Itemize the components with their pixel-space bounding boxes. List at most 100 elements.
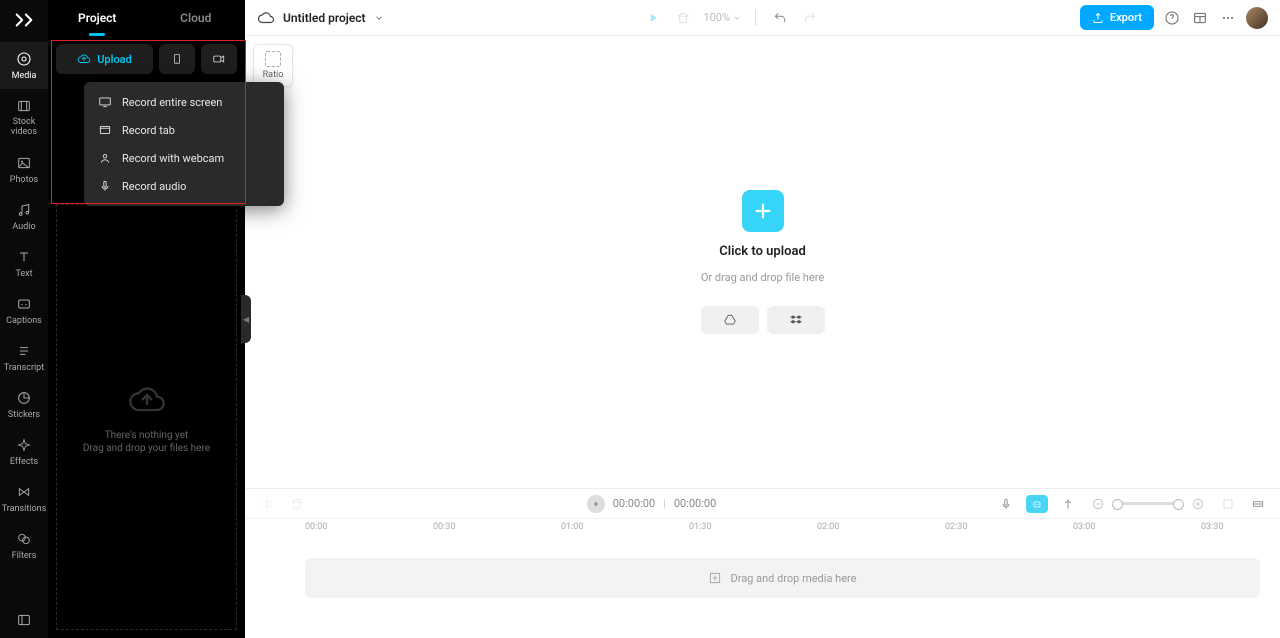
timeline-zoom-slider[interactable] <box>1118 502 1178 505</box>
canvas-dropzone[interactable]: Click to upload Or drag and drop file he… <box>245 36 1280 488</box>
rail-photos-label: Photos <box>10 175 38 185</box>
upload-row: Upload <box>48 36 245 74</box>
undo-button[interactable] <box>770 8 790 28</box>
ruler-tick: 02:00 <box>817 522 839 532</box>
track-area: Drag and drop media here <box>245 538 1280 638</box>
rail-transitions-label: Transitions <box>2 504 47 514</box>
zoom-value: 100% <box>703 11 730 24</box>
phone-icon <box>171 51 183 67</box>
dd-record-tab-label: Record tab <box>122 124 175 137</box>
play-preview-button[interactable] <box>643 8 663 28</box>
add-media-button[interactable] <box>742 190 784 232</box>
dd-record-webcam[interactable]: Record with webcam <box>84 144 284 172</box>
marker-button[interactable] <box>1058 494 1078 514</box>
transition-icon <box>15 483 33 501</box>
chevron-down-icon <box>733 14 741 22</box>
music-icon <box>15 201 33 219</box>
fit-button[interactable] <box>1218 494 1238 514</box>
ratio-label: Ratio <box>263 70 284 80</box>
discard-button[interactable] <box>673 8 693 28</box>
monitor-icon <box>98 95 112 109</box>
project-name-group[interactable]: Untitled project <box>257 9 384 27</box>
dropbox-button[interactable] <box>767 306 825 334</box>
export-button[interactable]: Export <box>1080 5 1154 30</box>
zoom-out-button[interactable] <box>1088 494 1108 514</box>
upload-button[interactable]: Upload <box>56 44 153 74</box>
cloud-upload-icon <box>77 52 91 66</box>
ratio-icon <box>265 51 281 67</box>
time-separator: | <box>663 497 666 510</box>
rail-audio-label: Audio <box>12 222 35 232</box>
export-label: Export <box>1110 11 1142 24</box>
dd-record-screen[interactable]: Record entire screen <box>84 88 284 116</box>
rail-stickers[interactable]: Stickers <box>0 381 48 428</box>
panel-empty-state[interactable]: There's nothing yet Drag and drop your f… <box>56 204 237 630</box>
rail-effects-label: Effects <box>10 457 38 467</box>
rail-stickers-label: Stickers <box>8 410 40 420</box>
zoom-in-button[interactable] <box>1188 494 1208 514</box>
rail-transcript[interactable]: Transcript <box>0 334 48 381</box>
ruler-tick: 03:30 <box>1201 522 1223 532</box>
google-drive-button[interactable] <box>701 306 759 334</box>
rail-audio[interactable]: Audio <box>0 193 48 240</box>
tab-project-label: Project <box>78 11 116 25</box>
rail-captions[interactable]: Captions <box>0 287 48 334</box>
sticker-icon <box>15 389 33 407</box>
add-media-icon <box>708 571 722 585</box>
layout-button[interactable] <box>1190 8 1210 28</box>
current-time: 00:00:00 <box>613 497 655 510</box>
rail-filters-label: Filters <box>12 551 37 561</box>
canvas-area: Ratio Click to upload Or drag and drop f… <box>245 36 1280 488</box>
user-avatar[interactable] <box>1246 7 1268 29</box>
rail-media[interactable]: Media <box>0 42 48 89</box>
click-to-upload-subtitle: Or drag and drop file here <box>701 271 824 284</box>
auto-captions-chip[interactable] <box>1026 495 1048 513</box>
tab-project[interactable]: Project <box>48 0 147 36</box>
zoom-level[interactable]: 100% <box>703 11 741 24</box>
topbar: Untitled project 100% Export <box>245 0 1280 36</box>
record-dropdown: Record entire screen Record tab Record w… <box>84 82 284 206</box>
rail-text[interactable]: Text <box>0 240 48 287</box>
cloud-upload-large-icon <box>127 380 167 420</box>
mobile-upload-button[interactable] <box>159 44 195 74</box>
upload-label: Upload <box>97 53 132 66</box>
timeline-ruler[interactable]: 00:00 00:30 01:00 01:30 02:00 02:30 03:0… <box>245 518 1280 538</box>
ruler-tick: 03:00 <box>1073 522 1095 532</box>
dd-record-audio[interactable]: Record audio <box>84 172 284 200</box>
rail-media-label: Media <box>12 71 37 81</box>
timeline-play-button[interactable] <box>587 495 605 513</box>
rail-collapse[interactable] <box>0 612 48 638</box>
main-track-dropzone[interactable]: Drag and drop media here <box>305 558 1260 598</box>
tab-icon <box>98 123 112 137</box>
voiceover-button[interactable] <box>996 494 1016 514</box>
redo-button[interactable] <box>800 8 820 28</box>
more-button[interactable] <box>1218 8 1238 28</box>
robot-icon <box>1031 498 1043 510</box>
preview-controls: 100% <box>643 8 820 28</box>
rail-photos[interactable]: Photos <box>0 146 48 193</box>
photo-icon <box>15 154 33 172</box>
sparkle-icon <box>15 436 33 454</box>
split-button[interactable] <box>257 494 277 514</box>
timeline-expand-button[interactable] <box>1248 494 1268 514</box>
rail-transitions[interactable]: Transitions <box>0 475 48 522</box>
project-name: Untitled project <box>283 11 366 25</box>
record-button[interactable] <box>201 44 237 74</box>
microphone-icon <box>98 179 112 193</box>
main-area: Untitled project 100% Export Ratio <box>245 0 1280 638</box>
ruler-tick: 02:30 <box>945 522 967 532</box>
person-icon <box>98 151 112 165</box>
rail-stockvideos[interactable]: Stock videos <box>0 89 48 146</box>
rail-filters[interactable]: Filters <box>0 522 48 569</box>
rail-effects[interactable]: Effects <box>0 428 48 475</box>
cloud-icon <box>257 9 275 27</box>
help-button[interactable] <box>1162 8 1182 28</box>
dd-record-tab[interactable]: Record tab <box>84 116 284 144</box>
ratio-button[interactable]: Ratio <box>253 44 293 87</box>
captions-icon <box>15 295 33 313</box>
app-logo[interactable] <box>10 6 38 34</box>
ruler-tick: 00:00 <box>305 522 327 532</box>
delete-clip-button[interactable] <box>287 494 307 514</box>
tab-cloud[interactable]: Cloud <box>147 0 246 36</box>
track-hint: Drag and drop media here <box>730 572 856 585</box>
